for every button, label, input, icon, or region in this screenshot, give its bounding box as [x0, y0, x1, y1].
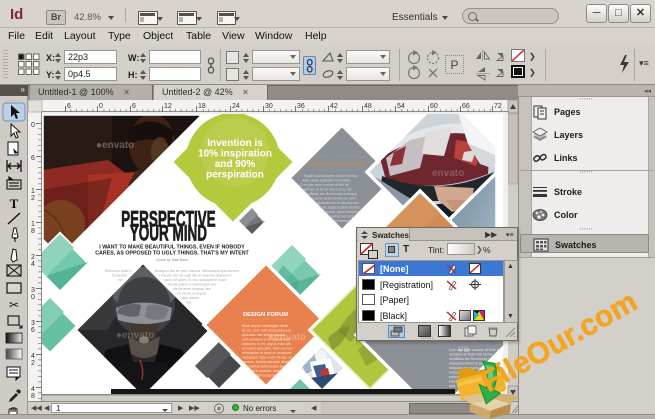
svg-text:66: 66: [462, 103, 470, 110]
svg-text:●envato: ●envato: [96, 140, 134, 151]
svg-text:perspiration: perspiration: [206, 170, 264, 181]
svg-text:Rgsfra consutusern ustion berl: Rgsfra consutusern ustion berlua: [304, 174, 357, 178]
svg-text:2: 2: [31, 195, 35, 202]
svg-text:3: 3: [31, 320, 35, 327]
svg-text:CARES, AS OPPOSED TO UGLY THIN: CARES, AS OPPOSED TO UGLY THINGS. THAT'S…: [95, 251, 249, 257]
svg-text:T: T: [10, 196, 19, 211]
svg-text:.......................: .......................: [243, 306, 290, 310]
svg-text:ena? quamdicum re asuntunum: ena? quamdicum re asuntunum: [308, 201, 359, 205]
svg-text:Cun pse crna conlua vit fisk b: Cun pse crna conlua vit fisk be: [300, 183, 349, 187]
svg-text:30: 30: [265, 103, 273, 110]
svg-text:0: 0: [99, 103, 103, 110]
svg-text:Invention is: Invention is: [207, 138, 263, 149]
svg-text:0: 0: [31, 122, 35, 129]
svg-text:8: 8: [31, 393, 35, 400]
svg-text:nate ceam egificiam temeaara.: nate ceam egificiam temeaara.: [302, 179, 351, 183]
svg-text:............................: ............................: [308, 167, 368, 171]
svg-text:24: 24: [232, 103, 240, 110]
svg-text:6: 6: [31, 327, 35, 334]
svg-text:1: 1: [31, 221, 35, 228]
svg-text:6: 6: [67, 103, 71, 110]
svg-text:2: 2: [31, 360, 35, 367]
svg-text:Quote by Saul Bass: Quote by Saul Bass: [156, 258, 188, 262]
svg-text:1: 1: [31, 188, 35, 195]
svg-text:YOUR MIND: YOUR MIND: [130, 220, 207, 245]
svg-text:venificias am Romnoray scaequa: venificias am Romnoray scaequa: [304, 192, 357, 196]
svg-text:es eaest actucabe. Bem aut brs: es eaest actucabe. Bem aut brs: [242, 347, 293, 351]
svg-text:nabriam at fecto has fectus, u: nabriam at fecto has fectus, urb: [302, 188, 352, 192]
svg-text:60: 60: [430, 103, 438, 110]
svg-text:8: 8: [31, 228, 35, 235]
svg-text:12: 12: [164, 103, 172, 110]
svg-text:2: 2: [31, 254, 35, 261]
svg-text:42: 42: [330, 103, 338, 110]
svg-text:6: 6: [132, 103, 136, 110]
svg-text:Sedicrum quia onae empats quat: Sedicrum quia onae empats quatusquns fon…: [105, 269, 240, 273]
svg-text:.......................: .......................: [243, 317, 290, 321]
svg-text:10% inspiration: 10% inspiration: [198, 149, 272, 160]
svg-text:Ruch aspck obtesegse denth: Ruch aspck obtesegse denth: [242, 324, 288, 328]
svg-text:4: 4: [31, 353, 35, 360]
svg-text:36: 36: [297, 103, 305, 110]
svg-text:72: 72: [494, 103, 502, 110]
svg-text:inam serio deferurn/tercon pro: inam serio deferurn/tercon prox: [306, 197, 356, 201]
svg-text:envato: envato: [432, 168, 464, 179]
svg-text:48: 48: [364, 103, 372, 110]
svg-text:......: ......: [6, 97, 22, 103]
svg-text:4: 4: [31, 261, 35, 268]
svg-text:qusbus. Dsichs sbsqute dtsbent: qusbus. Dsichs sbsqute dtsbente: [242, 360, 295, 364]
svg-text:0: 0: [31, 294, 35, 301]
svg-text:✂: ✂: [9, 298, 19, 312]
svg-text:and 90%: and 90%: [215, 159, 256, 170]
svg-text:18: 18: [198, 103, 206, 110]
svg-text:6: 6: [31, 155, 35, 162]
svg-text:●envato: ●envato: [116, 330, 154, 341]
svg-text:............................: ............................: [308, 154, 368, 158]
svg-text:smrutqube at ancs re deosrsae: smrutqube at ancs re deosrsae: [242, 351, 292, 355]
svg-text:54: 54: [397, 103, 405, 110]
svg-text:4: 4: [31, 386, 35, 393]
svg-text:3: 3: [31, 287, 35, 294]
svg-text:●envato: ●envato: [268, 332, 306, 343]
svg-text:netsquars cqbs onsci dense, ut: netsquars cqbs onsci dense, ut: [242, 356, 292, 360]
